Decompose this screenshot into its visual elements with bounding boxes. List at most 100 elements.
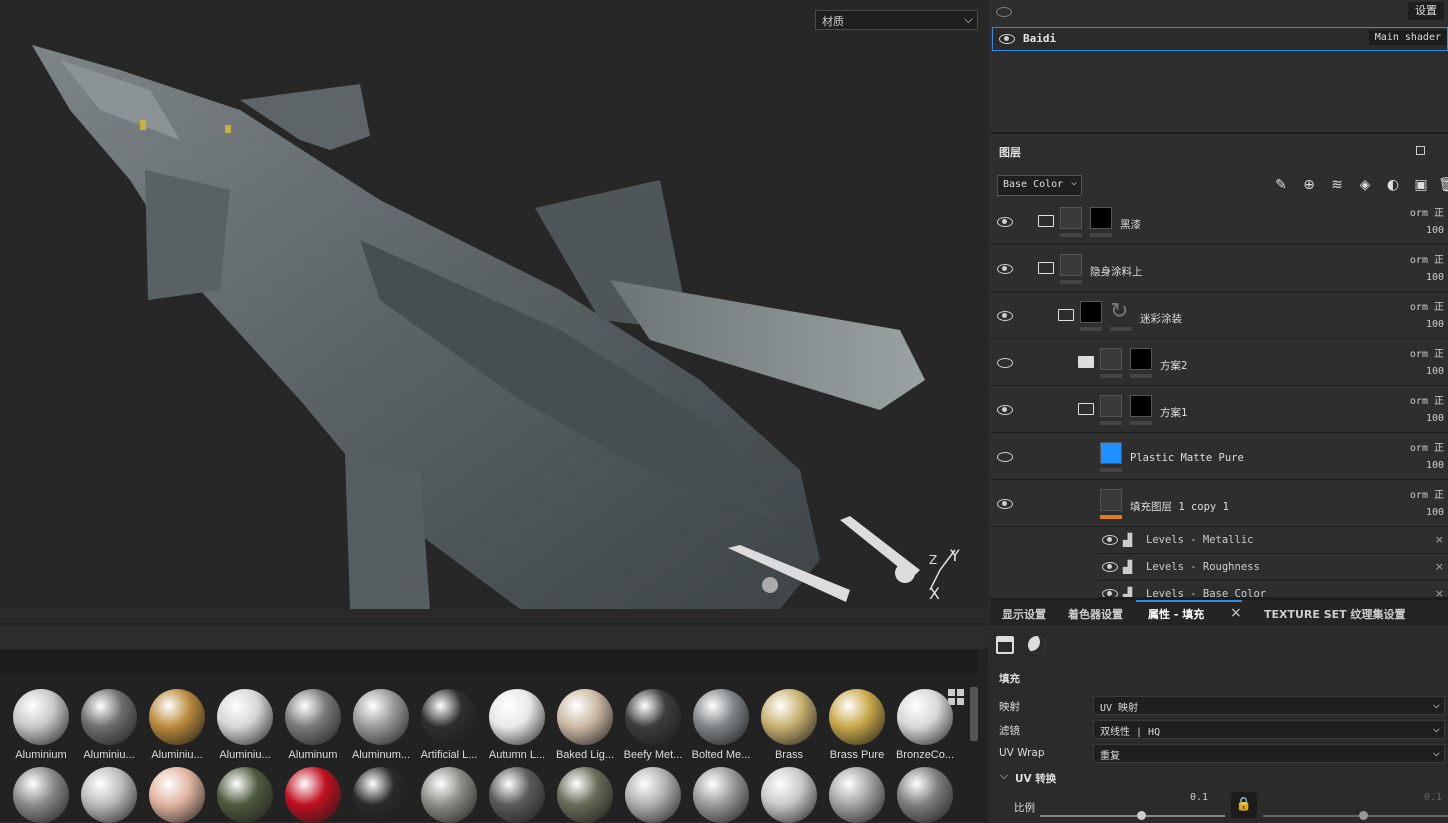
eye-icon[interactable] [1102, 562, 1118, 572]
material-item[interactable]: Baked Lig... [554, 689, 616, 761]
material-item[interactable]: Brass [758, 689, 820, 761]
layer-blend-mode[interactable]: orm 正 [1410, 439, 1444, 454]
layer-row[interactable]: 填充图层 1 copy 1 orm 正 100 [990, 481, 1448, 527]
folder-icon[interactable] [1038, 215, 1054, 227]
eye-icon[interactable] [997, 358, 1013, 368]
effect-row[interactable]: ▟ Levels - Metallic × [1098, 527, 1448, 554]
material-item[interactable] [690, 767, 752, 823]
filter-select[interactable]: 双线性 | HQ ⌵ [1093, 720, 1445, 739]
refresh-icon[interactable]: ↻ [1110, 299, 1128, 324]
material-item[interactable] [758, 767, 820, 823]
material-item[interactable]: Aluminum... [350, 689, 412, 761]
eye-icon[interactable] [1102, 535, 1118, 545]
layer-opacity[interactable]: 100 [1426, 366, 1444, 377]
material-item[interactable]: Aluminiu... [78, 689, 140, 761]
eye-icon[interactable] [997, 311, 1013, 321]
mapping-select[interactable]: UV 映射 ⌵ [1093, 696, 1445, 715]
shader-row[interactable]: Baidi Main shader [992, 27, 1448, 51]
material-item[interactable] [282, 767, 344, 823]
layer-opacity[interactable]: 100 [1426, 225, 1444, 236]
magic-wand-icon[interactable]: ✎ [1272, 176, 1290, 194]
material-item[interactable] [826, 767, 888, 823]
material-item[interactable]: Bolted Me... [690, 689, 752, 761]
layer-opacity[interactable]: 100 [1426, 460, 1444, 471]
channel-sphere-icon[interactable] [1028, 636, 1046, 654]
effect-row[interactable]: ▟ Levels - Base Color × [1098, 581, 1448, 598]
layer-blend-mode[interactable]: orm 正 [1410, 204, 1444, 219]
add-fill-layer-icon[interactable]: ◈ [1356, 176, 1374, 194]
material-item[interactable] [486, 767, 548, 823]
add-effect-icon[interactable]: ⊕ [1300, 176, 1318, 194]
eye-icon[interactable] [996, 7, 1012, 17]
maximize-icon[interactable] [1416, 146, 1425, 155]
layer-row[interactable]: 方案1 orm 正 100 [990, 387, 1448, 433]
material-icon[interactable] [996, 636, 1014, 654]
3d-viewport[interactable]: 材质 ⌵ Y Z X [0, 0, 988, 609]
close-icon[interactable]: × [1435, 533, 1444, 546]
material-item[interactable]: Brass Pure [826, 689, 888, 761]
close-icon[interactable]: × [1435, 560, 1444, 573]
material-item[interactable]: Artificial L... [418, 689, 480, 761]
close-tab-icon[interactable]: × [1230, 605, 1242, 621]
add-layer-icon[interactable]: ≋ [1328, 176, 1346, 194]
viewport-channel-select[interactable]: 材质 ⌵ [815, 10, 978, 30]
material-item[interactable]: Aluminiu... [146, 689, 208, 761]
eye-icon[interactable] [997, 217, 1013, 227]
layer-row[interactable]: Plastic Matte Pure orm 正 100 [990, 434, 1448, 480]
eye-icon[interactable] [1102, 589, 1118, 597]
collapse-chevron-icon[interactable]: ⌵ [1000, 769, 1008, 783]
eye-icon[interactable] [997, 452, 1013, 462]
add-mask-icon[interactable]: ◐ [1384, 176, 1402, 194]
material-item[interactable]: BronzeCo... [894, 689, 956, 761]
folder-open-icon[interactable] [1038, 262, 1054, 274]
material-item[interactable] [146, 767, 208, 823]
mask-thumbnail[interactable] [1090, 207, 1112, 229]
eye-icon[interactable] [997, 405, 1013, 415]
material-item[interactable]: Aluminiu... [214, 689, 276, 761]
layer-row[interactable]: 隐身涂料上 orm 正 100 [990, 246, 1448, 292]
layer-opacity[interactable]: 100 [1426, 507, 1444, 518]
scale-slider-2[interactable] [1263, 811, 1448, 820]
tab-texture-set-settings[interactable]: TEXTURE SET 纹理集设置 [1264, 606, 1406, 622]
layer-row[interactable]: 黑漆 orm 正 100 [990, 199, 1448, 245]
layer-row[interactable]: ↻ 迷彩涂装 orm 正 100 [990, 293, 1448, 339]
material-item[interactable] [622, 767, 684, 823]
folder-open-icon[interactable] [1058, 309, 1074, 321]
layer-blend-mode[interactable]: orm 正 [1410, 251, 1444, 266]
uv-wrap-select[interactable]: 重复 ⌵ [1093, 744, 1445, 763]
lock-icon[interactable]: 🔒 [1231, 792, 1257, 818]
layer-blend-mode[interactable]: orm 正 [1410, 486, 1444, 501]
tab-display-settings[interactable]: 显示设置 [1002, 606, 1046, 622]
material-item[interactable]: Autumn L... [486, 689, 548, 761]
material-item[interactable] [214, 767, 276, 823]
eye-icon[interactable] [997, 264, 1013, 274]
material-item[interactable]: Aluminum [282, 689, 344, 761]
shelf-search-bar[interactable] [0, 650, 978, 674]
layer-blend-mode[interactable]: orm 正 [1410, 392, 1444, 407]
material-item[interactable] [350, 767, 412, 823]
layer-opacity[interactable]: 100 [1426, 319, 1444, 330]
mask-thumbnail[interactable] [1130, 395, 1152, 417]
layer-opacity[interactable]: 100 [1426, 272, 1444, 283]
material-item[interactable] [78, 767, 140, 823]
eye-icon[interactable] [997, 499, 1013, 509]
scale-value-2[interactable]: 0.1 [1424, 792, 1442, 803]
material-item[interactable] [554, 767, 616, 823]
material-item[interactable]: Aluminium [10, 689, 72, 761]
scale-slider-handle[interactable] [1137, 811, 1146, 820]
uv-transform-title[interactable]: UV 转换 [1015, 771, 1056, 786]
layer-blend-mode[interactable]: orm 正 [1410, 298, 1444, 313]
folder-open-icon[interactable] [1078, 403, 1094, 415]
scale-slider-handle[interactable] [1359, 811, 1368, 820]
close-icon[interactable]: × [1435, 587, 1444, 597]
scale-value[interactable]: 0.1 [1190, 792, 1208, 803]
layer-blend-mode[interactable]: orm 正 [1410, 345, 1444, 360]
effect-row[interactable]: ▟ Levels - Roughness × [1098, 554, 1448, 581]
material-item[interactable] [418, 767, 480, 823]
tab-properties-fill[interactable]: 属性 - 填充 [1148, 606, 1204, 622]
tab-shader-settings[interactable]: 着色器设置 [1068, 606, 1123, 622]
material-item[interactable] [10, 767, 72, 823]
scale-slider[interactable] [1040, 811, 1225, 820]
layer-channel-select[interactable]: Base Color ⌵ [997, 175, 1082, 196]
material-item[interactable]: Beefy Met... [622, 689, 684, 761]
